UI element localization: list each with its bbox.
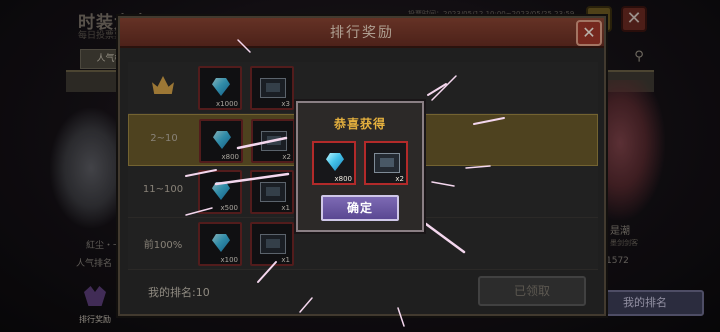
obtain-title: 恭喜获得 xyxy=(333,117,386,131)
obtained-item-diamond[interactable]: x800 xyxy=(312,141,356,185)
sparkle-streak xyxy=(185,169,217,177)
obtain-popup: 恭喜获得 x800 x2 确定 xyxy=(296,101,424,232)
obtained-qty: x800 xyxy=(334,175,352,183)
sparkle-streak xyxy=(236,136,288,150)
sparkle-streak xyxy=(465,165,491,169)
obtained-item-costume[interactable]: x2 xyxy=(364,141,408,185)
sparkle-streak xyxy=(214,172,290,186)
sparkle-streak xyxy=(431,181,455,187)
sparkle-streak xyxy=(185,207,213,216)
sparkle-streak xyxy=(257,261,277,283)
confirm-button[interactable]: 确定 xyxy=(321,195,399,221)
sparkle-streak xyxy=(431,75,457,101)
sparkle-streak xyxy=(424,222,466,254)
diamond-icon xyxy=(326,153,344,171)
sparkle-streak xyxy=(237,39,251,53)
sparkle-streak xyxy=(397,307,405,327)
costume-icon xyxy=(374,153,400,173)
sparkle-streak xyxy=(473,117,505,125)
obtained-qty: x2 xyxy=(395,175,404,183)
sparkle-streak xyxy=(299,297,313,313)
